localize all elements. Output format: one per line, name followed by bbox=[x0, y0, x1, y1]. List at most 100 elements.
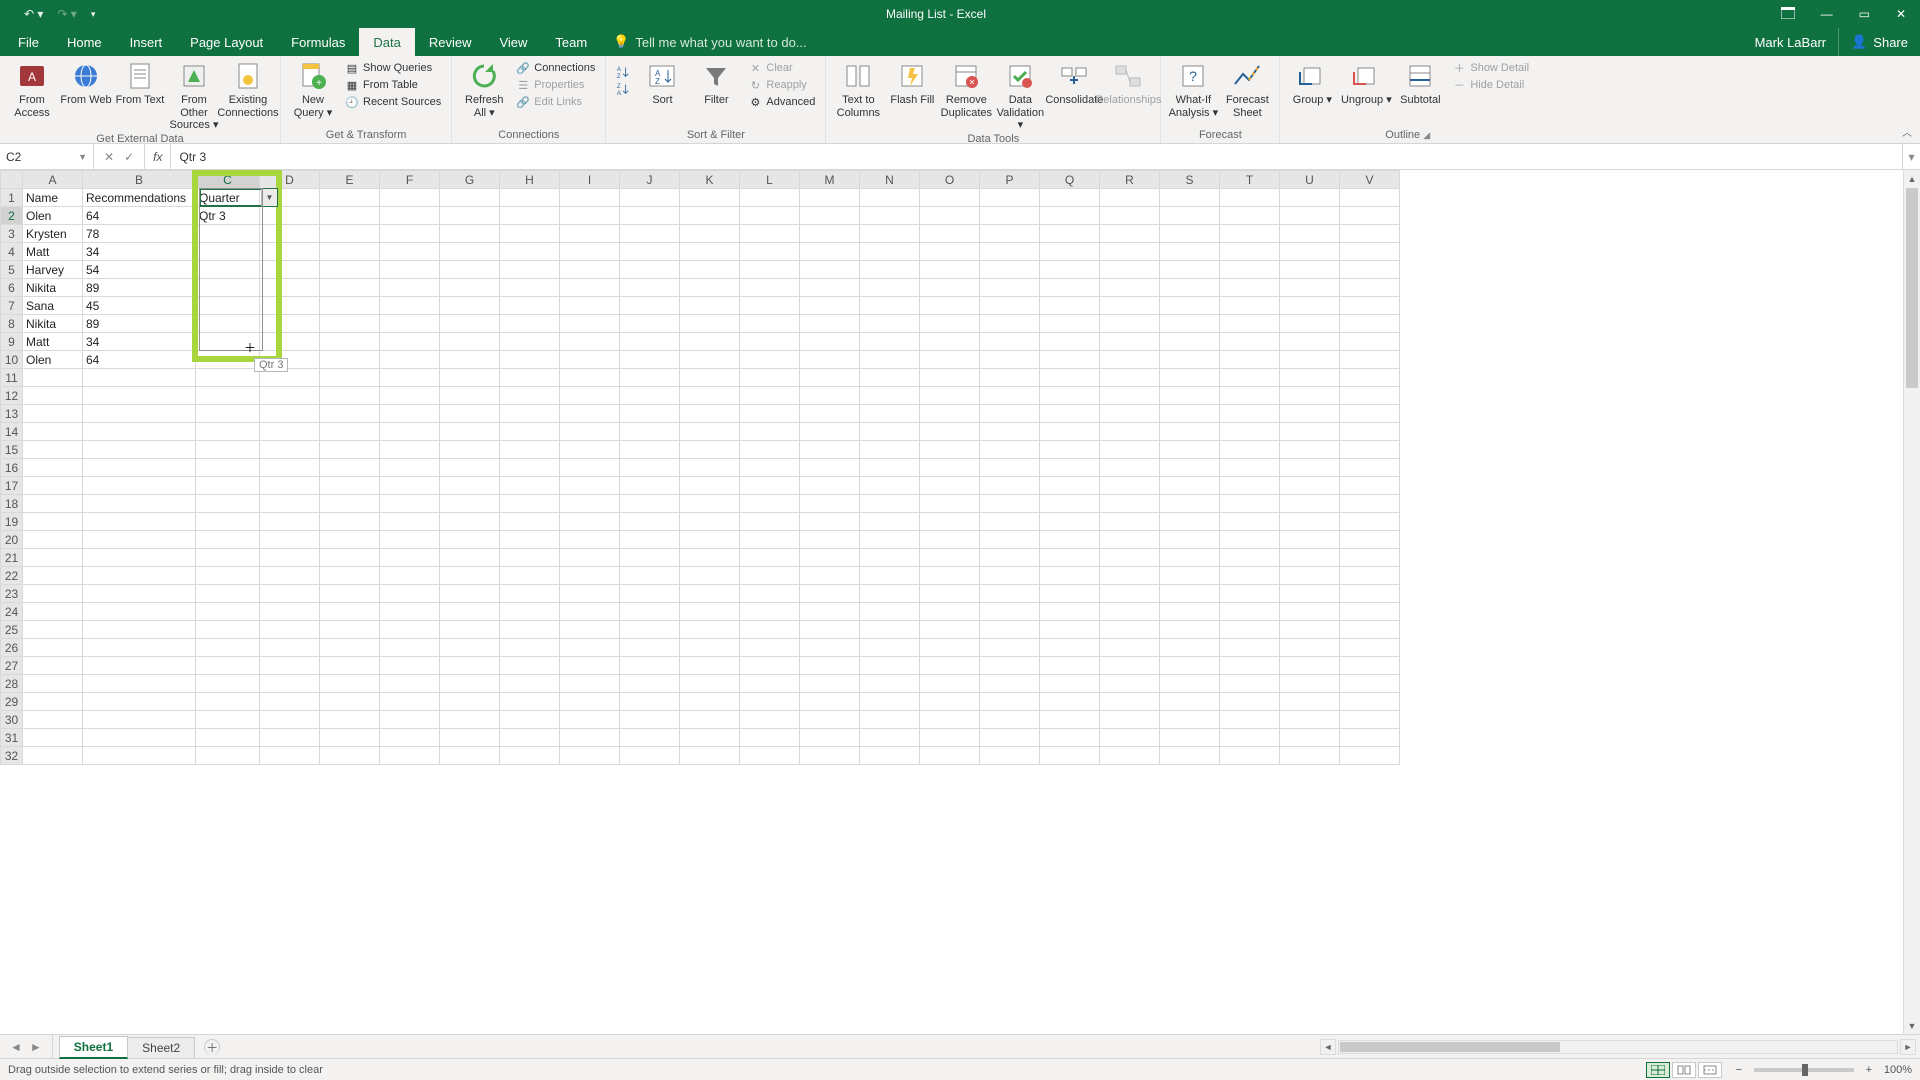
row-header-12[interactable]: 12 bbox=[1, 387, 23, 405]
cell-Q4[interactable] bbox=[1040, 243, 1100, 261]
recent-sources-button[interactable]: 🕘Recent Sources bbox=[341, 94, 445, 110]
cell-E3[interactable] bbox=[320, 225, 380, 243]
cell-N30[interactable] bbox=[860, 711, 920, 729]
cell-Q22[interactable] bbox=[1040, 567, 1100, 585]
outline-launcher[interactable]: ◢ bbox=[1423, 130, 1434, 140]
cell-J1[interactable] bbox=[620, 189, 680, 207]
cell-U4[interactable] bbox=[1280, 243, 1340, 261]
cell-D20[interactable] bbox=[260, 531, 320, 549]
clear-button[interactable]: ✕Clear bbox=[744, 60, 819, 76]
cell-H6[interactable] bbox=[500, 279, 560, 297]
cell-L20[interactable] bbox=[740, 531, 800, 549]
cell-M10[interactable] bbox=[800, 351, 860, 369]
cell-M3[interactable] bbox=[800, 225, 860, 243]
cell-L24[interactable] bbox=[740, 603, 800, 621]
cell-E30[interactable] bbox=[320, 711, 380, 729]
cell-I26[interactable] bbox=[560, 639, 620, 657]
cell-I25[interactable] bbox=[560, 621, 620, 639]
cell-D24[interactable] bbox=[260, 603, 320, 621]
cell-M9[interactable] bbox=[800, 333, 860, 351]
cell-M14[interactable] bbox=[800, 423, 860, 441]
cell-V13[interactable] bbox=[1340, 405, 1400, 423]
cell-D1[interactable] bbox=[260, 189, 320, 207]
tab-file[interactable]: File bbox=[4, 28, 53, 56]
row-header-19[interactable]: 19 bbox=[1, 513, 23, 531]
cell-J24[interactable] bbox=[620, 603, 680, 621]
cell-E13[interactable] bbox=[320, 405, 380, 423]
cell-T26[interactable] bbox=[1220, 639, 1280, 657]
cell-U20[interactable] bbox=[1280, 531, 1340, 549]
cell-P10[interactable] bbox=[980, 351, 1040, 369]
cell-C8[interactable] bbox=[196, 315, 260, 333]
cell-P15[interactable] bbox=[980, 441, 1040, 459]
cell-E12[interactable] bbox=[320, 387, 380, 405]
col-header-V[interactable]: V bbox=[1340, 171, 1400, 189]
cell-K26[interactable] bbox=[680, 639, 740, 657]
row-header-25[interactable]: 25 bbox=[1, 621, 23, 639]
cell-V17[interactable] bbox=[1340, 477, 1400, 495]
cell-L30[interactable] bbox=[740, 711, 800, 729]
cell-O31[interactable] bbox=[920, 729, 980, 747]
cell-V27[interactable] bbox=[1340, 657, 1400, 675]
cell-K1[interactable] bbox=[680, 189, 740, 207]
cell-A28[interactable] bbox=[23, 675, 83, 693]
cell-D15[interactable] bbox=[260, 441, 320, 459]
cell-E28[interactable] bbox=[320, 675, 380, 693]
cell-A8[interactable]: Nikita bbox=[23, 315, 83, 333]
cell-G19[interactable] bbox=[440, 513, 500, 531]
row-header-4[interactable]: 4 bbox=[1, 243, 23, 261]
cell-A3[interactable]: Krysten bbox=[23, 225, 83, 243]
row-header-13[interactable]: 13 bbox=[1, 405, 23, 423]
cell-V16[interactable] bbox=[1340, 459, 1400, 477]
cell-B30[interactable] bbox=[83, 711, 196, 729]
cell-S24[interactable] bbox=[1160, 603, 1220, 621]
cell-Q30[interactable] bbox=[1040, 711, 1100, 729]
cell-F7[interactable] bbox=[380, 297, 440, 315]
existing-connections-button[interactable]: Existing Connections bbox=[222, 58, 274, 119]
cell-U2[interactable] bbox=[1280, 207, 1340, 225]
cell-B19[interactable] bbox=[83, 513, 196, 531]
cell-E21[interactable] bbox=[320, 549, 380, 567]
cell-J9[interactable] bbox=[620, 333, 680, 351]
cell-D5[interactable] bbox=[260, 261, 320, 279]
cell-E5[interactable] bbox=[320, 261, 380, 279]
cell-R6[interactable] bbox=[1100, 279, 1160, 297]
cell-N4[interactable] bbox=[860, 243, 920, 261]
cell-M21[interactable] bbox=[800, 549, 860, 567]
col-header-F[interactable]: F bbox=[380, 171, 440, 189]
cell-F25[interactable] bbox=[380, 621, 440, 639]
cell-E7[interactable] bbox=[320, 297, 380, 315]
cell-T10[interactable] bbox=[1220, 351, 1280, 369]
cell-N26[interactable] bbox=[860, 639, 920, 657]
cell-V14[interactable] bbox=[1340, 423, 1400, 441]
cell-I7[interactable] bbox=[560, 297, 620, 315]
cell-P31[interactable] bbox=[980, 729, 1040, 747]
cell-K10[interactable] bbox=[680, 351, 740, 369]
cell-H23[interactable] bbox=[500, 585, 560, 603]
cell-G23[interactable] bbox=[440, 585, 500, 603]
cell-K11[interactable] bbox=[680, 369, 740, 387]
flash-fill-button[interactable]: Flash Fill bbox=[886, 58, 938, 107]
cell-S31[interactable] bbox=[1160, 729, 1220, 747]
cell-V24[interactable] bbox=[1340, 603, 1400, 621]
cell-O8[interactable] bbox=[920, 315, 980, 333]
maximize-icon[interactable]: ▭ bbox=[1859, 7, 1870, 21]
cell-T14[interactable] bbox=[1220, 423, 1280, 441]
cell-G32[interactable] bbox=[440, 747, 500, 765]
cell-U28[interactable] bbox=[1280, 675, 1340, 693]
from-other-sources-button[interactable]: From Other Sources ▾ bbox=[168, 58, 220, 132]
cell-C5[interactable] bbox=[196, 261, 260, 279]
cell-U7[interactable] bbox=[1280, 297, 1340, 315]
cell-L19[interactable] bbox=[740, 513, 800, 531]
cell-M20[interactable] bbox=[800, 531, 860, 549]
cell-I19[interactable] bbox=[560, 513, 620, 531]
cell-V6[interactable] bbox=[1340, 279, 1400, 297]
cell-I32[interactable] bbox=[560, 747, 620, 765]
cell-M4[interactable] bbox=[800, 243, 860, 261]
cell-O5[interactable] bbox=[920, 261, 980, 279]
row-header-32[interactable]: 32 bbox=[1, 747, 23, 765]
cell-R23[interactable] bbox=[1100, 585, 1160, 603]
cell-I11[interactable] bbox=[560, 369, 620, 387]
cell-N10[interactable] bbox=[860, 351, 920, 369]
sort-button[interactable]: AZSort bbox=[636, 58, 688, 107]
